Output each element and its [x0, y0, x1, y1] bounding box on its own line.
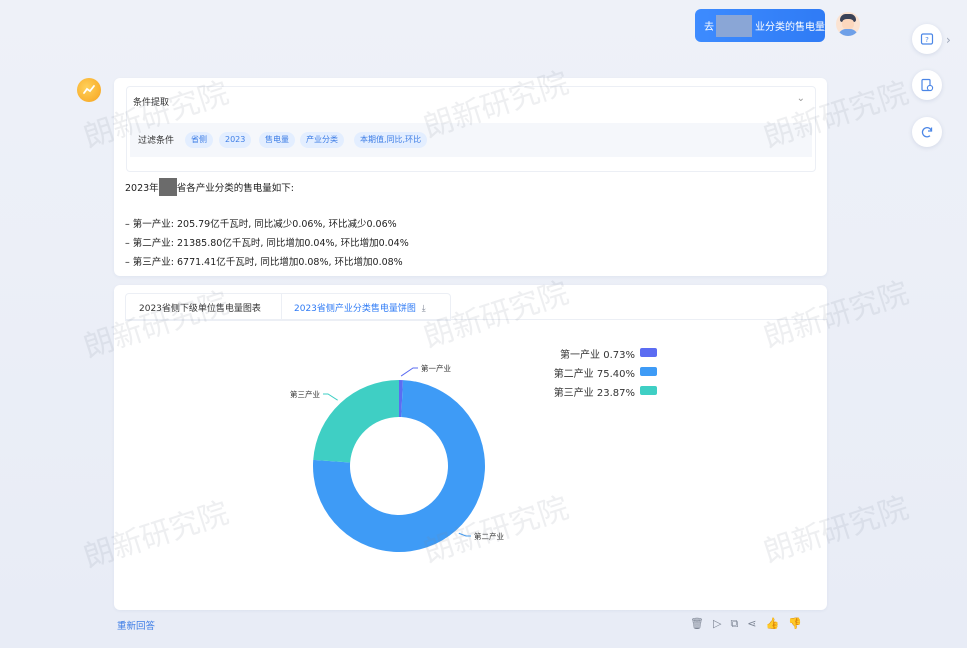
assistant-avatar — [77, 78, 101, 102]
condition-extraction-panel: 条件提取 ⌄ 过滤条件 省侧 2023 售电量 产业分类 本期值,同比,环比 — [126, 86, 816, 172]
slice-leader-line — [458, 532, 471, 537]
refresh-icon[interactable] — [912, 117, 942, 147]
slice-label: 第三产业 — [290, 389, 320, 399]
file-settings-icon[interactable] — [912, 70, 942, 100]
legend-swatch — [640, 348, 657, 357]
pie-chart: 第一产业第二产业 第三产业 第一产业 0.73% 第二产业 75.40% 第三产业 23… — [290, 348, 657, 552]
svg-text:?: ? — [925, 36, 929, 44]
slice-label: 第二产业 — [474, 531, 504, 541]
legend-label: 第三产业 23.87% — [554, 386, 635, 399]
regenerate-link[interactable]: 重新回答 — [117, 618, 155, 632]
legend-swatch — [640, 367, 657, 376]
redacted-block — [158, 178, 177, 196]
filter-row: 过滤条件 省侧 2023 售电量 产业分类 本期值,同比,环比 — [130, 123, 812, 157]
filter-tag: 售电量 — [259, 132, 295, 148]
summary-line: – 第三产业: 6771.41亿千瓦时, 同比增加0.08%, 环比增加0.08… — [125, 257, 403, 268]
chevron-down-icon[interactable]: ⌄ — [797, 93, 805, 104]
user-avatar — [836, 12, 860, 36]
answer-text-card: 条件提取 ⌄ 过滤条件 省侧 2023 售电量 产业分类 本期值,同比,环比 2… — [114, 78, 827, 276]
chevron-right-icon[interactable]: › — [946, 33, 951, 47]
filter-tag: 省侧 — [185, 132, 213, 148]
summary-intro: 2023年 省各产业分类的售电量如下: — [125, 178, 294, 196]
pie-slice[interactable] — [313, 380, 399, 463]
filter-label: 过滤条件 — [138, 136, 175, 146]
legend-swatch — [640, 386, 657, 395]
user-message-prefix: 去 — [704, 22, 714, 33]
user-message-suffix: 业分类的售电量 — [755, 22, 825, 33]
redacted-block — [716, 14, 752, 37]
chart-card: 2023省侧下级单位售电量图表 2023省侧产业分类售电量饼图 ⤓ 第一产业 第二… — [114, 285, 827, 610]
summary-line: – 第一产业: 205.79亿千瓦时, 同比减少0.06%, 环比减少0.06% — [125, 219, 397, 230]
help-doc-icon[interactable]: ? — [912, 24, 942, 54]
summary-line: – 第二产业: 21385.80亿千瓦时, 同比增加0.04%, 环比增加0.0… — [125, 238, 409, 249]
condition-title: 条件提取 — [133, 98, 170, 108]
trash-icon[interactable]: 🗑 — [690, 617, 704, 631]
thumbs-down-icon[interactable]: 👎 — [788, 617, 802, 631]
filter-tag: 产业分类 — [300, 132, 344, 148]
copy-icon[interactable]: ⧉ — [730, 617, 738, 631]
user-message-bubble: 去 业分类的售电量 — [695, 9, 825, 42]
legend-label: 第二产业 75.40% — [554, 367, 635, 380]
share-icon[interactable]: ⋖ — [747, 617, 756, 631]
play-icon[interactable]: ▷ — [713, 617, 721, 631]
filter-tag: 本期值,同比,环比 — [354, 132, 428, 148]
legend-label: 第一产业 0.73% — [560, 348, 635, 361]
slice-leader-line — [323, 393, 338, 401]
slice-label: 第一产业 — [421, 363, 451, 373]
slice-leader-line — [400, 367, 418, 377]
thumbs-up-icon[interactable]: 👍 — [766, 617, 780, 631]
filter-tag: 2023 — [219, 132, 252, 148]
answer-toolbar: 🗑 ▷ ⧉ ⋖ 👍 👎 — [690, 617, 802, 631]
